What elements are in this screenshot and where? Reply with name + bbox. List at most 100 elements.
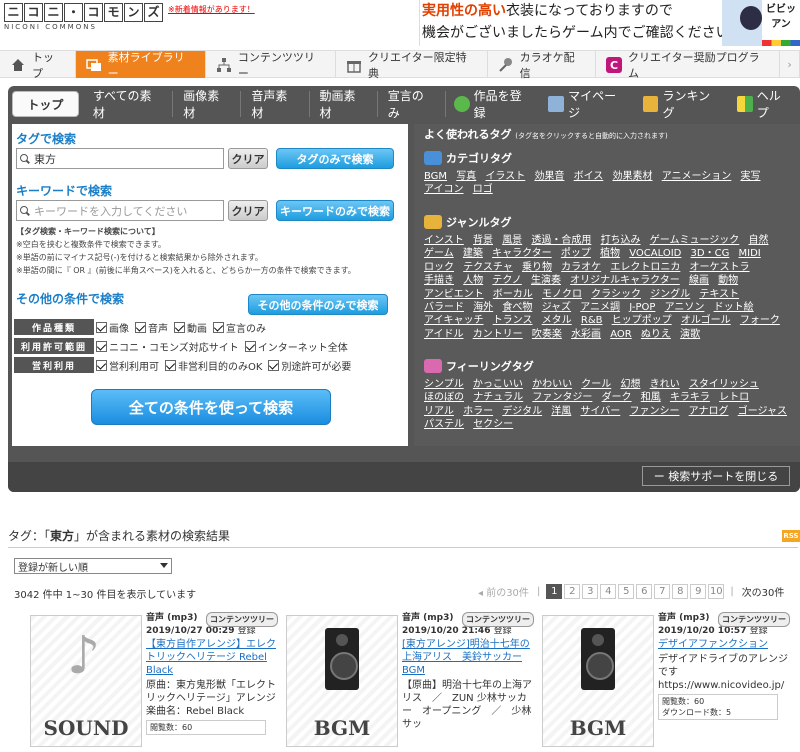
tag-link[interactable]: ボーカル xyxy=(493,289,533,300)
tag-link[interactable]: 透過・合成用 xyxy=(531,235,591,246)
tag-link[interactable]: 手描き xyxy=(424,275,454,286)
tag-link[interactable]: アンビエント xyxy=(424,289,484,300)
page-number[interactable]: 4 xyxy=(600,584,617,599)
tag-link[interactable]: 効果素材 xyxy=(613,171,653,182)
checkbox-commercial[interactable]: 営利利用可 xyxy=(96,358,159,373)
tag-link[interactable]: テクスチャ xyxy=(463,262,513,273)
content-tree-badge[interactable]: コンテンツツリー xyxy=(462,612,534,627)
tag-link[interactable]: トランス xyxy=(493,315,533,326)
tab-video[interactable]: 動画素材 xyxy=(310,89,378,120)
tag-link[interactable]: 水彩画 xyxy=(571,329,601,340)
tag-link[interactable]: クール xyxy=(581,379,611,390)
checkbox-video[interactable]: 動画 xyxy=(174,320,207,335)
tag-link[interactable]: カラオケ xyxy=(561,262,601,273)
card-title-link[interactable]: デザイアファンクション xyxy=(658,638,790,651)
card-thumbnail[interactable]: BGM xyxy=(286,615,398,747)
result-card[interactable]: BGM 音声 (mp3) コンテンツツリー 2019/10/20 10:57 登… xyxy=(542,612,790,752)
tag-link[interactable]: ぬりえ xyxy=(641,329,671,340)
tag-link[interactable]: 食べ物 xyxy=(502,302,532,313)
tag-link[interactable]: 幻想 xyxy=(620,379,640,390)
news-link[interactable]: ※新着情報があります！ xyxy=(168,4,255,15)
tag-link[interactable]: エレクトロニカ xyxy=(610,262,680,273)
mypage-link[interactable]: マイページ xyxy=(540,89,634,120)
checkbox-declare[interactable]: 宣言のみ xyxy=(213,320,266,335)
tag-link[interactable]: 写真 xyxy=(456,171,476,182)
tag-link[interactable]: レトロ xyxy=(719,392,749,403)
tag-link[interactable]: イラスト xyxy=(485,171,525,182)
next-page-link[interactable]: 次の30件 xyxy=(742,584,785,599)
tag-link[interactable]: アイドル xyxy=(424,329,464,340)
tag-link[interactable]: 実写 xyxy=(741,171,761,182)
content-tree-badge[interactable]: コンテンツツリー xyxy=(718,612,790,627)
keyword-clear-button[interactable]: クリア xyxy=(228,200,268,221)
page-number[interactable]: 2 xyxy=(564,584,581,599)
tag-link[interactable]: 洋風 xyxy=(551,406,571,417)
tag-link[interactable]: ゴージャス xyxy=(738,406,787,417)
tag-link[interactable]: きれい xyxy=(650,379,680,390)
card-title-link[interactable]: 【東方自作アレンジ】エレクトリックヘリテージ Rebel Black xyxy=(146,638,278,677)
sort-select[interactable]: 登録が新しい順 xyxy=(14,558,172,574)
page-number[interactable]: 7 xyxy=(654,584,671,599)
tag-link[interactable]: ロック xyxy=(424,262,454,273)
nav-library[interactable]: 素材ライブラリー xyxy=(75,51,206,80)
tag-clear-button[interactable]: クリア xyxy=(228,148,268,169)
tag-link[interactable]: 和風 xyxy=(641,392,661,403)
tag-link[interactable]: 生演奏 xyxy=(531,275,561,286)
tag-link[interactable]: ポップ xyxy=(561,248,591,259)
tag-link[interactable]: キャラクター xyxy=(492,248,552,259)
card-thumbnail[interactable]: BGM xyxy=(542,615,654,747)
page-number[interactable]: 3 xyxy=(582,584,599,599)
tag-link[interactable]: ダーク xyxy=(602,392,632,403)
tag-link[interactable]: アイキャッチ xyxy=(424,315,484,326)
tag-link[interactable]: ナチュラル xyxy=(473,392,523,403)
tag-link[interactable]: J-POP xyxy=(629,302,655,313)
tag-link[interactable]: パステル xyxy=(424,419,464,430)
checkbox-commons-sites[interactable]: ニコニ・コモンズ対応サイト xyxy=(96,339,239,354)
site-logo[interactable]: ニコニ・コモンズ NICONI COMMONS xyxy=(4,3,164,31)
tag-link[interactable]: ファンシー xyxy=(629,406,679,417)
content-tree-badge[interactable]: コンテンツツリー xyxy=(206,612,278,627)
tag-link[interactable]: クラシック xyxy=(591,289,641,300)
tag-link[interactable]: R&B xyxy=(581,315,603,326)
tag-link[interactable]: ほのぼの xyxy=(424,392,464,403)
tag-link[interactable]: セクシー xyxy=(473,419,513,430)
card-thumbnail[interactable]: ♪ SOUND xyxy=(30,615,142,747)
result-card[interactable]: BGM 音声 (mp3) コンテンツツリー 2019/10/20 21:46 登… xyxy=(286,612,534,752)
help-link[interactable]: ヘルプ xyxy=(729,89,800,120)
ranking-link[interactable]: ランキング xyxy=(635,89,729,120)
tab-image[interactable]: 画像素材 xyxy=(173,89,242,120)
tag-link[interactable]: かっこいい xyxy=(473,379,523,390)
tag-link[interactable]: リアル xyxy=(424,406,454,417)
tag-link[interactable]: フォーク xyxy=(740,315,780,326)
result-card[interactable]: ♪ SOUND 音声 (mp3) コンテンツツリー 2019/10/27 00:… xyxy=(30,612,278,752)
tag-link[interactable]: ゲームミュージック xyxy=(650,235,740,246)
tag-link[interactable]: 動物 xyxy=(718,275,738,286)
tag-link[interactable]: ジングル xyxy=(650,289,690,300)
all-conditions-search-button[interactable]: 全ての条件を使って検索 xyxy=(91,389,331,425)
checkbox-image[interactable]: 画像 xyxy=(96,320,129,335)
tag-link[interactable]: 背景 xyxy=(473,235,493,246)
tag-link[interactable]: ボイス xyxy=(574,171,604,182)
tag-link[interactable]: オーケストラ xyxy=(690,262,750,273)
page-number[interactable]: 10 xyxy=(708,584,725,599)
tag-link[interactable]: 吹奏楽 xyxy=(532,329,562,340)
tag-link[interactable]: 建築 xyxy=(463,248,483,259)
ad-banner[interactable]: 実用性の高い衣装になっておりますので 機会がございましたらゲーム内でご確認くださ… xyxy=(419,0,800,46)
tag-link[interactable]: オルゴール xyxy=(681,315,731,326)
page-number[interactable]: 6 xyxy=(636,584,653,599)
other-only-search-button[interactable]: その他の条件のみで検索 xyxy=(248,294,388,315)
tag-link[interactable]: オリジナルキャラクター xyxy=(570,275,680,286)
tag-link[interactable]: ファンタジー xyxy=(532,392,592,403)
tag-link[interactable]: バラード xyxy=(424,302,464,313)
page-number[interactable]: 9 xyxy=(690,584,707,599)
tag-link[interactable]: アニソン xyxy=(665,302,705,313)
tag-link[interactable]: モノクロ xyxy=(542,289,582,300)
tag-link[interactable]: ジャズ xyxy=(542,302,572,313)
tag-link[interactable]: アニメ調 xyxy=(580,302,620,313)
page-number[interactable]: 1 xyxy=(546,584,563,599)
nav-top[interactable]: トップ xyxy=(0,51,76,80)
close-support-button[interactable]: ー 検索サポートを閉じる xyxy=(642,466,790,486)
keyword-only-search-button[interactable]: キーワードのみで検索 xyxy=(276,200,394,221)
tag-link[interactable]: 海外 xyxy=(473,302,493,313)
tag-link[interactable]: かわいい xyxy=(532,379,572,390)
